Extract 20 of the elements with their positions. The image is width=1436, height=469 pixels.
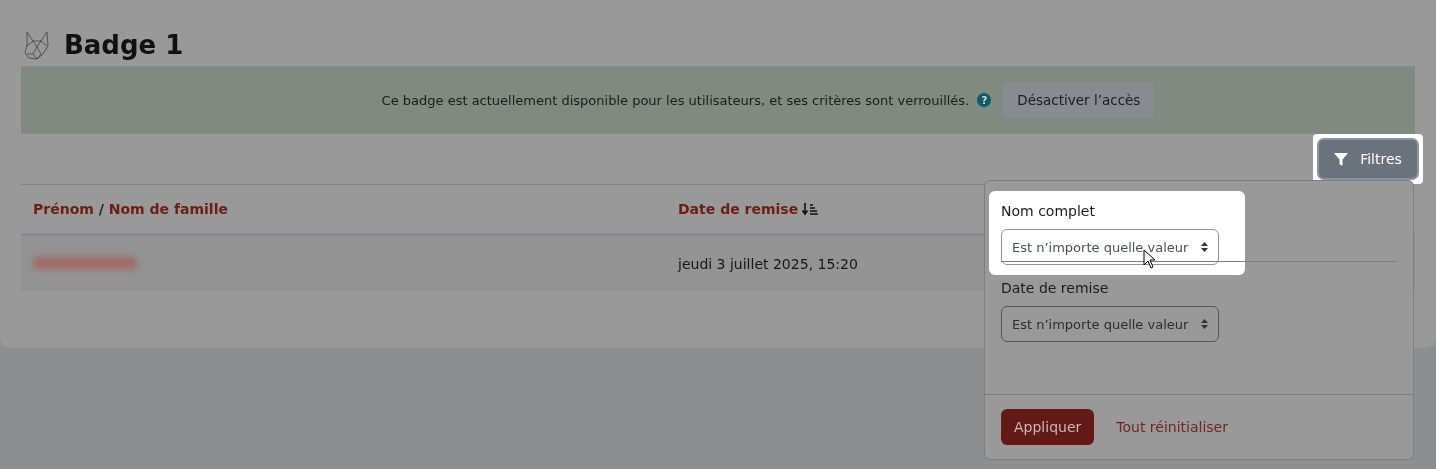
page-title: Badge 1 xyxy=(64,30,184,60)
select-field[interactable]: Est n’importe quelle valeur xyxy=(1001,306,1219,342)
separator: / xyxy=(98,201,104,217)
reset-link[interactable]: Tout réinitialiser xyxy=(1116,419,1228,435)
sort-link[interactable]: Nom de famille xyxy=(108,201,228,217)
updown-caret-icon xyxy=(1201,242,1208,252)
sort-link[interactable]: Prénom xyxy=(33,201,94,217)
help-icon[interactable]: ? xyxy=(977,93,992,107)
table-cell: jeudi 3 juillet 2025, 15:20 xyxy=(678,255,858,272)
filter-icon xyxy=(1334,152,1349,166)
filters-button[interactable]: Filtres xyxy=(1319,140,1417,178)
alert-message: Ce badge est actuellement disponible pour les utilisateurs, et ses critères sont verrouillés. xyxy=(381,92,970,108)
disable-access-button[interactable]: Désactiver l’accès xyxy=(1003,82,1155,118)
filter-label: Date de remise xyxy=(1001,280,1110,296)
select-field[interactable]: Est n’importe quelle valeur xyxy=(1001,229,1219,265)
apply-button[interactable]: Appliquer xyxy=(1001,409,1095,445)
sort-link[interactable]: Date de remise xyxy=(678,201,799,217)
filter-label: Nom complet xyxy=(1001,203,1096,219)
fox-logo-icon xyxy=(24,30,50,60)
updown-caret-icon xyxy=(1201,319,1208,329)
